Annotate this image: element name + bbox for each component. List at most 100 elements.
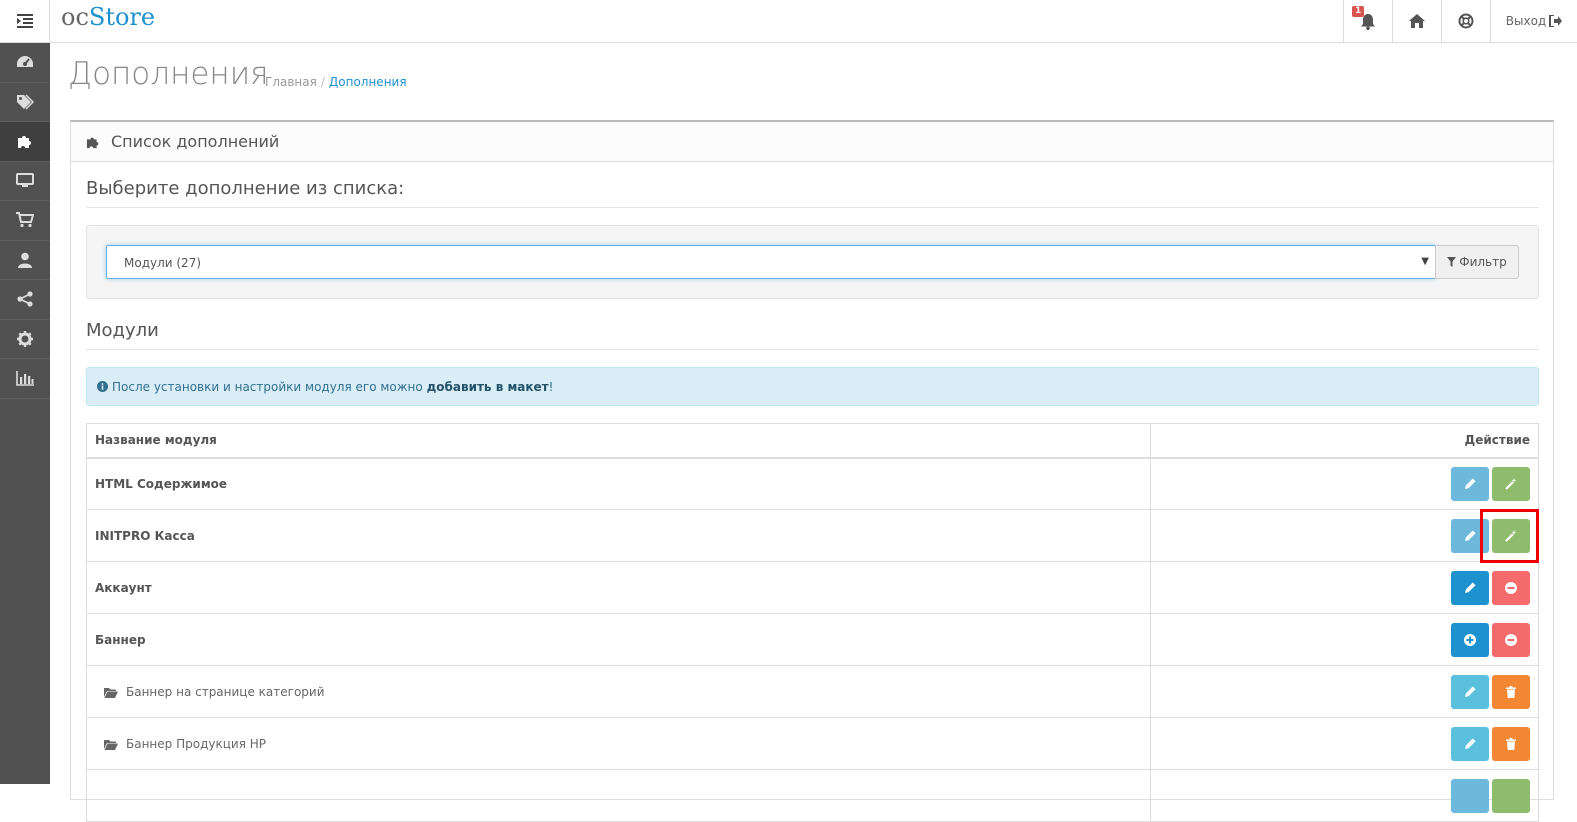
tags-icon <box>17 94 34 110</box>
extensions-panel: Список дополнений Выберите дополнение из… <box>70 120 1554 822</box>
row-actions <box>1150 769 1539 822</box>
home-button[interactable] <box>1392 0 1441 42</box>
life-ring-icon <box>1458 13 1474 29</box>
edit-button[interactable] <box>1451 570 1489 605</box>
caret-down-icon: ▼ <box>1421 256 1429 267</box>
filter-icon <box>1447 257 1457 267</box>
sidebar-item-marketing[interactable] <box>0 280 50 320</box>
breadcrumb-separator: / <box>320 75 325 89</box>
add-module-button[interactable] <box>1451 622 1489 657</box>
desktop-icon <box>16 173 34 188</box>
uninstall-button[interactable] <box>1492 570 1530 605</box>
breadcrumb-extensions[interactable]: Дополнения <box>329 75 407 89</box>
info-alert: После установки и настройки модуля его м… <box>86 367 1539 406</box>
module-name: Баннер <box>86 613 1151 666</box>
filter-well: Модули (27) ▼ Фильтр <box>86 225 1539 299</box>
folder-open-icon <box>104 687 118 698</box>
sidebar <box>0 43 50 784</box>
trash-icon <box>1506 685 1516 698</box>
module-instance-name: Баннер Продукция HP <box>86 717 1151 770</box>
module-name <box>86 769 1151 822</box>
table-row: Баннер Продукция HP <box>86 717 1539 770</box>
table-header-row: Название модуля Действие <box>86 423 1539 459</box>
cog-icon <box>17 330 33 347</box>
logout-button[interactable]: Выход <box>1490 0 1577 42</box>
edit-button[interactable] <box>1451 466 1489 501</box>
sidebar-item-dashboard[interactable] <box>0 43 50 83</box>
breadcrumb: Главная / Дополнения <box>265 75 407 89</box>
user-icon <box>18 252 32 268</box>
panel-heading: Список дополнений <box>71 122 1553 162</box>
logo[interactable]: ocStore <box>61 3 155 31</box>
choose-extension-label: Выберите дополнение из списка: <box>86 178 405 199</box>
module-name: HTML Содержимое <box>86 457 1151 510</box>
dashboard-icon <box>17 56 33 68</box>
pencil-icon <box>1464 738 1476 749</box>
module-name: Аккаунт <box>86 561 1151 614</box>
puzzle-icon <box>86 137 99 148</box>
pencil-icon <box>1464 530 1476 541</box>
extension-type-select[interactable]: Модули (27) ▼ <box>106 245 1436 279</box>
top-header: ocStore 1 Выход <box>0 0 1577 43</box>
pencil-icon <box>1464 582 1476 593</box>
breadcrumb-home[interactable]: Главная <box>265 75 317 89</box>
menu-indent-icon <box>16 14 33 28</box>
folder-open-icon <box>104 739 118 750</box>
header-actions: 1 Выход <box>1343 0 1577 42</box>
menu-toggle-button[interactable] <box>0 0 50 42</box>
pencil-icon <box>1464 478 1476 490</box>
row-actions <box>1150 561 1539 614</box>
minus-circle-icon <box>1505 633 1517 646</box>
edit-button[interactable] <box>1451 674 1489 709</box>
sidebar-item-extensions[interactable] <box>0 122 50 162</box>
notification-badge: 1 <box>1352 6 1365 17</box>
pencil-icon <box>1464 686 1476 697</box>
support-button[interactable] <box>1441 0 1490 42</box>
filter-button[interactable]: Фильтр <box>1435 245 1519 279</box>
column-header-action: Действие <box>1150 423 1539 459</box>
table-row: Баннер <box>86 613 1539 666</box>
highlight-box <box>1480 509 1539 563</box>
module-instance-name: Баннер на странице категорий <box>86 665 1151 718</box>
table-row: INITPRO Касса <box>86 509 1539 562</box>
uninstall-button[interactable] <box>1492 622 1530 657</box>
sidebar-item-customers[interactable] <box>0 241 50 280</box>
alert-link-add-to-layout[interactable]: добавить в макет <box>427 380 549 394</box>
share-icon <box>17 291 33 307</box>
table-row: HTML Содержимое <box>86 457 1539 510</box>
row-actions <box>1150 613 1539 666</box>
magic-wand-icon <box>1505 477 1517 490</box>
notifications-button[interactable]: 1 <box>1343 0 1392 42</box>
plus-circle-icon <box>1464 633 1476 646</box>
info-circle-icon <box>97 381 108 392</box>
bar-chart-icon <box>16 370 34 386</box>
puzzle-icon <box>17 136 31 149</box>
column-header-name: Название модуля <box>86 423 1151 459</box>
page-title: Дополнения <box>68 56 269 92</box>
sidebar-item-reports[interactable] <box>0 359 50 399</box>
delete-button[interactable] <box>1492 726 1530 761</box>
sidebar-item-system[interactable] <box>0 320 50 359</box>
table-row: Аккаунт <box>86 561 1539 614</box>
row-actions <box>1150 665 1539 718</box>
install-button[interactable] <box>1492 466 1530 501</box>
trash-icon <box>1506 737 1516 750</box>
minus-circle-icon <box>1505 581 1517 594</box>
row-actions <box>1150 717 1539 770</box>
alert-text: После установки и настройки модуля его м… <box>112 379 554 394</box>
divider <box>86 349 1539 350</box>
row-actions <box>1150 457 1539 510</box>
sidebar-item-design[interactable] <box>0 162 50 201</box>
edit-button[interactable] <box>1451 726 1489 761</box>
panel-heading-title: Список дополнений <box>111 132 280 151</box>
table-row <box>86 769 1539 822</box>
cart-icon <box>16 212 34 228</box>
modules-table: Название модуля Действие HTML Содержимое… <box>86 423 1539 822</box>
sidebar-item-sales[interactable] <box>0 201 50 241</box>
modules-section-title: Модули <box>86 320 159 341</box>
divider <box>86 207 1539 208</box>
home-icon <box>1409 14 1425 28</box>
sidebar-item-catalog[interactable] <box>0 83 50 122</box>
delete-button[interactable] <box>1492 674 1530 709</box>
table-row: Баннер на странице категорий <box>86 665 1539 718</box>
